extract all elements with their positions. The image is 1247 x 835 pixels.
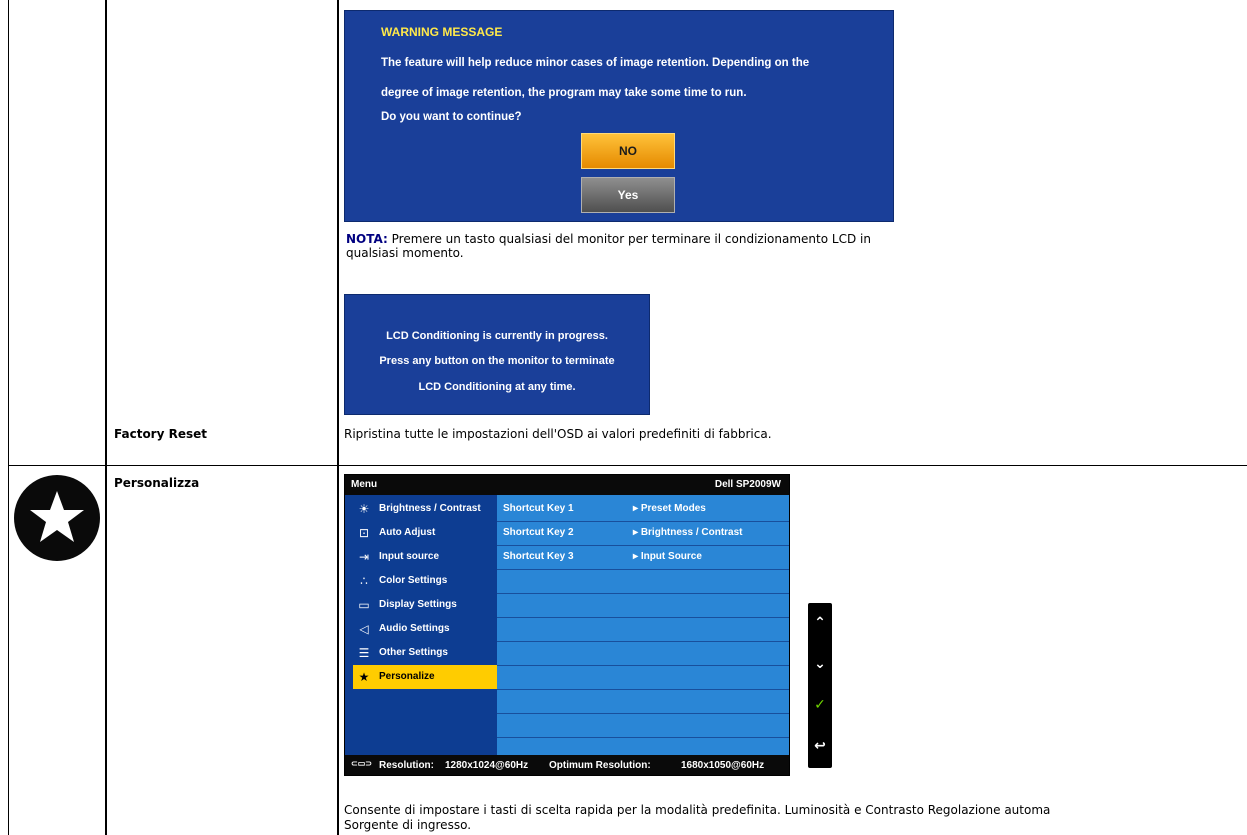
empty-row [497,713,789,738]
optimum-resolution-value: 1680x1050@60Hz [681,760,765,771]
empty-row [497,641,789,666]
personalize-description-line-1: Consente di impostare i tasti di scelta … [344,803,1051,817]
warning-line-3: Do you want to continue? [381,111,522,123]
lcd-line-1: LCD Conditioning is currently in progres… [386,330,608,342]
shortcut-key-label: Shortcut Key 3 [503,551,574,562]
no-button[interactable]: NO [581,133,675,169]
menu-item-display-settings[interactable]: ▭ Display Settings [353,593,497,617]
shortcut-key-label: Shortcut Key 2 [503,527,574,538]
resolution-value: 1280x1024@60Hz [445,760,529,771]
menu-item-label: Audio Settings [379,623,450,634]
resolution-label: Resolution: [379,760,434,771]
menu-item-label: Input source [379,551,440,562]
osd-model: Dell SP2009W [714,479,781,490]
lcd-line-2: Press any button on the monitor to termi… [379,355,615,367]
shortcut-value: ▸ Brightness / Contrast [633,527,743,538]
menu-item-label: Auto Adjust [379,527,436,538]
note-text: Premere un tasto qualsiasi del monitor p… [346,232,871,260]
other-settings-icon: ☰ [358,646,370,660]
shortcut-value: ▸ Input Source [633,551,702,562]
warning-title: WARNING MESSAGE [381,25,503,39]
lcd-conditioning-box: LCD Conditioning is currently in progres… [344,294,650,415]
factory-reset-description: Ripristina tutte le impostazioni dell'OS… [344,427,772,441]
up-arrow-icon[interactable]: ⌃ [808,603,832,644]
empty-row [497,665,789,690]
col-border-3 [337,0,339,835]
back-icon[interactable]: ↩ [808,726,832,767]
check-icon[interactable]: ✓ [808,685,832,726]
menu-item-color-settings[interactable]: ∴ Color Settings [353,569,497,593]
brightness-icon: ☀ [358,502,370,516]
menu-item-audio-settings[interactable]: ◁ Audio Settings [353,617,497,641]
star-icon [13,474,101,562]
menu-item-other-settings[interactable]: ☰ Other Settings [353,641,497,665]
input-source-icon: ⇥ [358,550,370,564]
monitor-button-bar: ⌃ ⌄ ✓ ↩ [808,603,832,768]
menu-item-brightness-contrast[interactable]: ☀ Brightness / Contrast [353,497,497,521]
note-paragraph: NOTA: Premere un tasto qualsiasi del mon… [346,232,926,260]
auto-adjust-icon: ⊡ [358,526,370,540]
down-arrow-icon[interactable]: ⌄ [808,644,832,685]
personalize-label: Personalizza [114,476,200,490]
factory-reset-label: Factory Reset [114,427,207,441]
menu-item-label: Personalize [379,671,435,682]
osd-menu-title: Menu [351,479,378,490]
menu-item-personalize[interactable]: ★ Personalize [353,665,497,689]
shortcut-value: ▸ Preset Modes [633,503,706,514]
star-icon: ★ [358,670,370,684]
osd-footer: ⊂▭⊃ Resolution: 1280x1024@60Hz Optimum R… [345,755,789,775]
display-settings-icon: ▭ [358,598,370,612]
lcd-line-3: LCD Conditioning at any time. [418,381,576,393]
menu-item-label: Color Settings [379,575,448,586]
row-divider [8,465,1247,466]
optimum-resolution-label: Optimum Resolution: [549,760,651,771]
yes-button[interactable]: Yes [581,177,675,213]
col-border-left [8,0,9,835]
empty-row [497,569,789,594]
audio-settings-icon: ◁ [359,622,369,636]
menu-item-label: Brightness / Contrast [379,503,481,514]
empty-row [497,617,789,642]
note-label: NOTA: [346,232,388,246]
shortcut-key-label: Shortcut Key 1 [503,503,574,514]
shortcut-row-3[interactable]: Shortcut Key 3 ▸ Input Source [497,545,789,570]
vga-icon: ⊂▭⊃ [351,759,372,768]
osd-submenu: Shortcut Key 1 ▸ Preset Modes Shortcut K… [497,495,789,755]
empty-row [497,593,789,618]
menu-item-input-source[interactable]: ⇥ Input source [353,545,497,569]
shortcut-row-1[interactable]: Shortcut Key 1 ▸ Preset Modes [497,497,789,522]
menu-item-auto-adjust[interactable]: ⊡ Auto Adjust [353,521,497,545]
warning-line-1: The feature will help reduce minor cases… [381,57,810,69]
osd-menu: Menu Dell SP2009W ☀ Brightness / Contras… [344,474,790,776]
osd-header: Menu Dell SP2009W [345,475,789,495]
menu-item-label: Other Settings [379,647,448,658]
osd-main-menu: ☀ Brightness / Contrast ⊡ Auto Adjust ⇥ … [345,495,497,755]
warning-message-dialog: WARNING MESSAGE The feature will help re… [344,10,894,222]
menu-item-label: Display Settings [379,599,457,610]
personalize-description-line-2: Sorgente di ingresso. [344,818,472,832]
col-border-2 [105,0,107,835]
color-settings-icon: ∴ [360,574,368,588]
shortcut-row-2[interactable]: Shortcut Key 2 ▸ Brightness / Contrast [497,521,789,546]
warning-line-2: degree of image retention, the program m… [381,87,747,99]
empty-row [497,689,789,714]
